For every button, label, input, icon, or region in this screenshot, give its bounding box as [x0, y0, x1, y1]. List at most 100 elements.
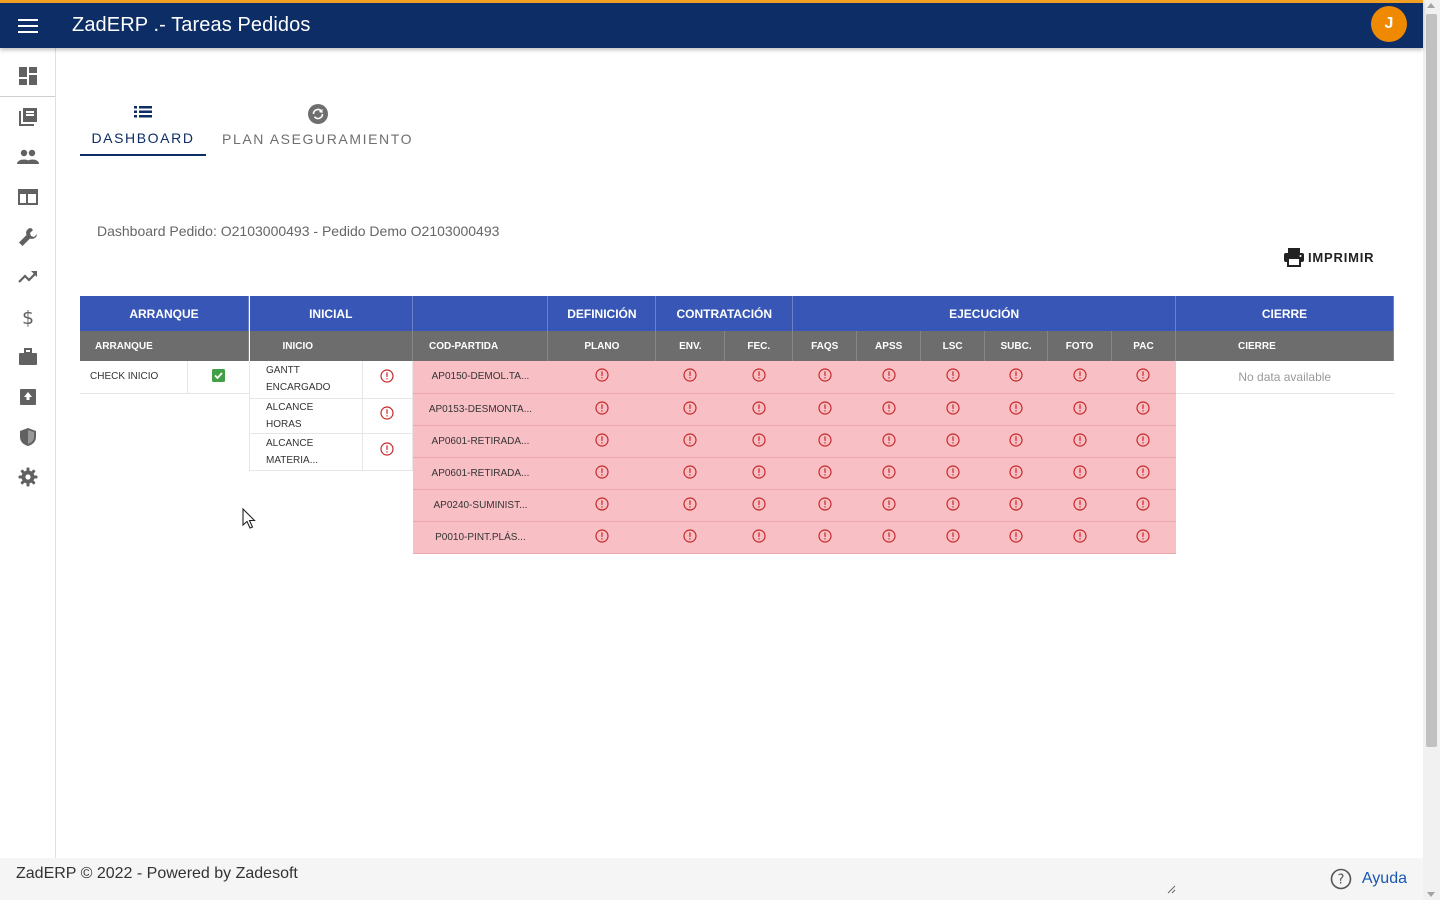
status-cell[interactable]: [187, 361, 249, 394]
status-cell[interactable]: [984, 457, 1048, 490]
status-cell[interactable]: [984, 361, 1048, 394]
status-cell[interactable]: [856, 425, 921, 458]
sidebar-item-library[interactable]: [0, 97, 55, 137]
status-cell[interactable]: [984, 393, 1048, 426]
alert-icon: [595, 368, 609, 382]
mouse-cursor-icon: [242, 508, 256, 529]
status-cell[interactable]: [547, 361, 656, 394]
status-cell[interactable]: [984, 521, 1048, 554]
status-cell[interactable]: [792, 457, 857, 490]
status-cell[interactable]: [792, 521, 857, 554]
status-cell[interactable]: [920, 489, 985, 522]
sidebar-item-settings[interactable]: [0, 457, 55, 497]
status-cell[interactable]: [655, 489, 725, 522]
status-cell[interactable]: [547, 425, 656, 458]
status-cell[interactable]: [792, 393, 857, 426]
sidebar-item-security[interactable]: [0, 417, 55, 457]
status-cell[interactable]: [547, 457, 656, 490]
alert-icon: [1072, 368, 1087, 382]
status-cell[interactable]: [792, 489, 857, 522]
status-cell[interactable]: [1047, 489, 1112, 522]
status-cell[interactable]: [655, 457, 725, 490]
status-cell[interactable]: [724, 393, 793, 426]
sidebar-item-finance[interactable]: $: [0, 297, 55, 337]
status-cell[interactable]: [1047, 393, 1112, 426]
status-cell[interactable]: [361, 398, 414, 434]
tab-dashboard[interactable]: DASHBOARD: [80, 94, 206, 156]
status-cell[interactable]: [1047, 361, 1112, 394]
status-cell[interactable]: [984, 425, 1048, 458]
sidebar-item-dashboard[interactable]: [0, 48, 55, 97]
alert-icon: [683, 496, 697, 511]
status-cell[interactable]: [856, 521, 921, 554]
status-cell[interactable]: [1111, 457, 1176, 490]
menu-button[interactable]: [0, 3, 56, 48]
status-cell[interactable]: [1111, 361, 1176, 394]
scroll-thumb[interactable]: [1426, 14, 1437, 747]
status-cell[interactable]: [984, 489, 1048, 522]
status-cell[interactable]: [724, 361, 793, 394]
status-cell[interactable]: [655, 361, 725, 394]
status-cell[interactable]: [655, 425, 725, 458]
dashboard-icon: [18, 67, 37, 85]
status-cell[interactable]: [361, 361, 414, 399]
status-cell[interactable]: [1047, 425, 1112, 458]
table-row: P0010-PINT.PLÁS...: [413, 521, 1176, 554]
status-cell[interactable]: [920, 425, 985, 458]
sidebar-item-trending[interactable]: [0, 257, 55, 297]
tab-plan-aseguramiento[interactable]: PLAN ASEGURAMIENTO: [206, 94, 429, 156]
sidebar-item-briefcase[interactable]: [0, 337, 55, 377]
status-cell[interactable]: [856, 489, 921, 522]
status-cell[interactable]: [792, 425, 857, 458]
status-cell[interactable]: [920, 361, 985, 394]
status-cell[interactable]: [547, 489, 656, 522]
status-cell[interactable]: [1047, 457, 1112, 490]
status-cell[interactable]: [920, 457, 985, 490]
status-cell[interactable]: [1111, 521, 1176, 554]
table-row: ALCANCE HORAS: [249, 398, 414, 434]
scroll-down-arrow[interactable]: [1427, 892, 1435, 897]
status-cell[interactable]: [655, 393, 725, 426]
group-header-definicion: DEFINICIÓN: [547, 296, 657, 331]
status-cell[interactable]: [724, 425, 793, 458]
alert-icon: [1009, 368, 1023, 382]
help-icon: ?: [1330, 868, 1352, 890]
sidebar-item-web[interactable]: [0, 177, 55, 217]
status-cell[interactable]: [920, 393, 985, 426]
status-cell[interactable]: [724, 457, 793, 490]
status-cell[interactable]: [724, 489, 793, 522]
table-row: GANTT ENCARGADO: [249, 361, 414, 399]
status-cell[interactable]: [655, 521, 725, 554]
status-cell[interactable]: [920, 521, 985, 554]
status-cell[interactable]: [547, 521, 656, 554]
status-cell[interactable]: [792, 361, 857, 394]
status-cell[interactable]: [361, 433, 414, 471]
status-cell[interactable]: [1047, 521, 1112, 554]
alert-icon: [1136, 496, 1151, 511]
user-avatar[interactable]: J: [1371, 6, 1407, 42]
sidebar-item-people[interactable]: [0, 137, 55, 177]
status-cell[interactable]: [1111, 425, 1176, 458]
svg-text:$: $: [21, 307, 33, 327]
vertical-scrollbar[interactable]: [1423, 0, 1440, 900]
status-cell[interactable]: [1111, 393, 1176, 426]
group-header-inicial: INICIAL: [249, 296, 413, 331]
table-row: AP0601-RETIRADA...: [413, 457, 1176, 490]
resize-handle-icon[interactable]: [1166, 884, 1176, 894]
sidebar-item-archive[interactable]: [0, 377, 55, 417]
scroll-up-arrow[interactable]: [1427, 3, 1435, 8]
help-link[interactable]: ? Ayuda: [1330, 868, 1407, 890]
status-cell[interactable]: [1111, 489, 1176, 522]
status-cell[interactable]: [724, 521, 793, 554]
print-button[interactable]: IMPRIMIR: [1283, 247, 1374, 267]
alert-icon: [1136, 464, 1151, 479]
status-cell[interactable]: [856, 457, 921, 490]
status-cell[interactable]: [856, 361, 921, 394]
alert-icon: [595, 400, 609, 415]
sidebar-item-tools[interactable]: [0, 217, 55, 257]
column-header-fec: FEC.: [724, 331, 794, 361]
status-cell[interactable]: [547, 393, 656, 426]
status-cell[interactable]: [856, 393, 921, 426]
partidas-table: DEFINICIÓN CONTRATACIÓN EJECUCIÓN COD-PA…: [413, 296, 1177, 554]
alert-icon: [1009, 496, 1023, 511]
